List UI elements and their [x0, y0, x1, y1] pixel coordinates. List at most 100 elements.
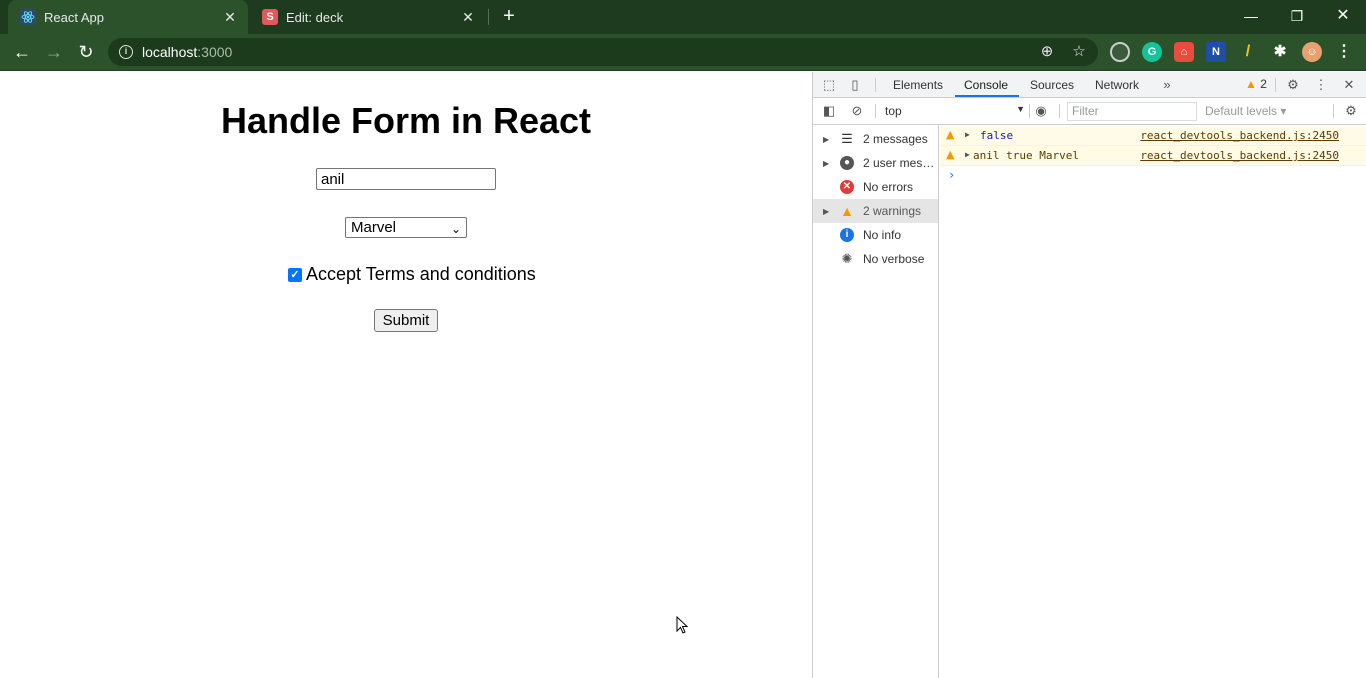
restore-icon[interactable]: ❐	[1282, 4, 1312, 28]
tab-divider	[488, 9, 489, 25]
info-icon[interactable]: i	[119, 45, 133, 59]
extensions-puzzle-icon[interactable]: ✱	[1270, 42, 1290, 62]
warning-icon: ▲	[840, 203, 854, 219]
device-toolbar-icon[interactable]: ▯	[847, 77, 863, 93]
window-close-icon[interactable]: ✕	[1328, 4, 1358, 28]
console-filter-bar: ◧ ⊘ top ▼ ◉ Filter Default levels ▾ ⚙	[813, 98, 1366, 125]
bookmark-star-icon[interactable]: ☆	[1070, 43, 1088, 61]
expand-arrow-icon: ▶	[965, 150, 970, 159]
grammarly-icon[interactable]: G	[1142, 42, 1162, 62]
mouse-cursor-icon	[676, 616, 689, 634]
url-text: localhost:3000	[142, 44, 233, 60]
console-filter-input[interactable]: Filter	[1067, 102, 1197, 121]
message-source-link: react_devtools_backend.js:2450	[1140, 149, 1339, 162]
slides-favicon-icon: S	[262, 9, 278, 25]
warning-icon: ▲	[1245, 77, 1257, 91]
list-icon: ☰	[841, 131, 853, 146]
browser-tab-bar: React App ✕ S Edit: deck ✕ + — ❐ ✕	[0, 0, 1366, 34]
address-bar[interactable]: i localhost:3000 ⊕ ☆	[108, 38, 1098, 66]
react-icon	[20, 9, 36, 25]
inspect-element-icon[interactable]: ⬚	[821, 77, 837, 93]
zoom-icon[interactable]: ⊕	[1038, 43, 1056, 61]
devtools-menu-icon[interactable]: ⋮	[1313, 77, 1329, 93]
console-prompt-icon[interactable]: ›	[948, 168, 955, 182]
tab-react-app[interactable]: React App ✕	[8, 0, 248, 34]
error-icon: ✕	[839, 179, 855, 195]
universe-select[interactable]: Marvel ⌄	[345, 217, 467, 238]
expand-arrow-icon: ▶	[965, 130, 970, 139]
minimize-icon[interactable]: —	[1236, 4, 1266, 28]
bug-icon: ✺	[841, 251, 853, 266]
sidebar-item-errors[interactable]: ✕ No errors	[813, 175, 938, 199]
user-icon: ●	[839, 155, 855, 171]
clear-console-icon[interactable]: ⊘	[849, 103, 865, 119]
expand-arrow-icon: ▶	[823, 158, 830, 168]
sidebar-item-info[interactable]: i No info	[813, 223, 938, 247]
expand-arrow-icon: ▶	[823, 206, 830, 216]
tab-edit-deck[interactable]: S Edit: deck ✕	[250, 0, 486, 34]
message-text: false	[980, 129, 1014, 142]
new-tab-button[interactable]: +	[498, 5, 520, 27]
tab-elements[interactable]: Elements	[893, 78, 943, 92]
divider	[1059, 104, 1060, 118]
terms-checkbox-row[interactable]: ✓ Accept Terms and conditions	[288, 264, 536, 285]
warning-icon: ▲	[946, 148, 955, 161]
submit-button[interactable]: Submit	[374, 309, 438, 332]
close-devtools-icon[interactable]: ✕	[1341, 77, 1357, 93]
expand-arrow-icon: ▶	[823, 134, 830, 144]
name-input[interactable]	[316, 168, 496, 190]
divider	[875, 78, 876, 92]
browser-toolbar: ← → ↻ i localhost:3000 ⊕ ☆ G ⌂ N / ✱ ☺ ⋮	[0, 34, 1366, 71]
devtools-tab-bar: ⬚ ▯ Elements Console Sources Network » ▲…	[813, 72, 1366, 98]
tab-title: React App	[44, 9, 104, 25]
console-warning-message[interactable]: ▲ ▶ anil true Marvel react_devtools_back…	[940, 146, 1366, 166]
terms-checkbox[interactable]: ✓	[288, 267, 302, 282]
live-expression-eye-icon[interactable]: ◉	[1033, 103, 1049, 119]
tab-network[interactable]: Network	[1095, 78, 1139, 92]
highlighter-icon[interactable]: /	[1238, 42, 1258, 62]
console-sidebar: ▶ ☰ 2 messages ▶ ● 2 user mess... ✕ No e…	[813, 125, 939, 678]
forward-button[interactable]: →	[42, 40, 66, 64]
tab-console[interactable]: Console	[964, 78, 1008, 92]
sidebar-item-user-messages[interactable]: ▶ ● 2 user mess...	[813, 151, 938, 175]
console-settings-icon[interactable]: ⚙	[1343, 103, 1359, 119]
settings-gear-icon[interactable]: ⚙	[1285, 77, 1301, 93]
sidebar-item-verbose[interactable]: ✺ No verbose	[813, 247, 938, 271]
warning-icon: ▲	[946, 128, 955, 141]
tab-sources[interactable]: Sources	[1030, 78, 1074, 92]
back-button[interactable]: ←	[10, 40, 34, 64]
terms-label: Accept Terms and conditions	[306, 264, 536, 284]
avatar[interactable]: ☺	[1302, 42, 1322, 62]
chevron-down-icon: ⌄	[450, 222, 461, 236]
menu-kebab-icon[interactable]: ⋮	[1334, 42, 1354, 62]
tab-title: Edit: deck	[286, 9, 344, 25]
divider	[1333, 104, 1334, 118]
console-warning-message[interactable]: ▲ ▶ false react_devtools_backend.js:2450	[940, 126, 1366, 146]
extension-n-icon[interactable]: N	[1206, 42, 1226, 62]
sidebar-item-warnings[interactable]: ▶ ▲ 2 warnings	[813, 199, 938, 223]
info-icon: i	[839, 227, 855, 243]
sidebar-toggle-icon[interactable]: ◧	[821, 103, 837, 119]
message-source-link: react_devtools_backend.js:2450	[1140, 129, 1339, 142]
active-tab-indicator	[955, 95, 1019, 97]
extension-record-icon[interactable]	[1110, 42, 1130, 62]
console-output: ▲ ▶ false react_devtools_backend.js:2450…	[940, 125, 1366, 678]
reload-button[interactable]: ↻	[74, 40, 98, 64]
context-select[interactable]: top ▼	[885, 104, 1025, 118]
devtools-panel: ⬚ ▯ Elements Console Sources Network » ▲…	[812, 72, 1366, 678]
sidebar-item-messages[interactable]: ▶ ☰ 2 messages	[813, 127, 938, 151]
page-content: Handle Form in React Marvel ⌄ ✓ Accept T…	[0, 72, 812, 678]
select-value: Marvel	[351, 219, 397, 236]
close-icon[interactable]: ✕	[460, 9, 476, 25]
more-tabs-icon[interactable]: »	[1159, 77, 1175, 93]
warning-count-badge[interactable]: ▲ 2	[1245, 77, 1267, 91]
divider	[1275, 78, 1276, 92]
divider	[875, 104, 876, 118]
close-icon[interactable]: ✕	[222, 9, 238, 25]
message-text: anil true Marvel	[973, 149, 1079, 162]
divider	[1029, 104, 1030, 118]
log-levels-dropdown[interactable]: Default levels ▾	[1205, 104, 1286, 118]
page-title: Handle Form in React	[220, 100, 592, 141]
extension-red-icon[interactable]: ⌂	[1174, 42, 1194, 62]
chevron-down-icon: ▼	[1016, 104, 1025, 114]
